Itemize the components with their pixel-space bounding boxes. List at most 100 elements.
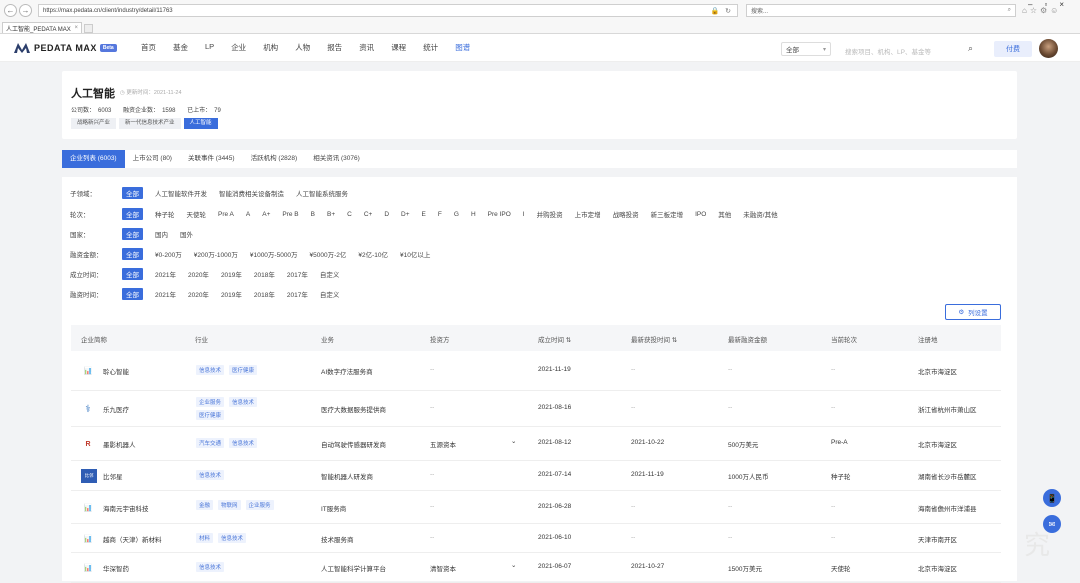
phone-float-button[interactable]: 📱 xyxy=(1043,489,1061,507)
filter-option[interactable]: 2019年 xyxy=(221,289,242,299)
nav-item[interactable]: 报告 xyxy=(327,42,342,53)
table-row[interactable]: 📊 越商（天津）新材料 材料 信息技术 技术服务商 -- 2021-06-10 -- -- -- 天… xyxy=(71,524,1001,553)
filter-option[interactable]: 全部 xyxy=(122,248,143,260)
forward-icon[interactable]: → xyxy=(19,4,32,17)
nav-item[interactable]: 机构 xyxy=(263,42,278,53)
company-name[interactable]: 墨影机器人 xyxy=(103,439,136,449)
filter-option[interactable]: C+ xyxy=(364,211,373,218)
table-row[interactable]: 比邻 比邻星 信息技术 智能机器人研发商 -- 2021-07-14 2021-11-19 1… xyxy=(71,461,1001,491)
search-icon[interactable]: ⌕ xyxy=(1008,7,1011,14)
filter-option[interactable]: ¥5000万-2亿 xyxy=(310,249,347,259)
filter-option[interactable]: E xyxy=(422,211,426,218)
nav-item[interactable]: LP xyxy=(205,42,214,53)
filter-option[interactable]: ¥0-200万 xyxy=(155,249,182,259)
industry-tag[interactable]: 信息技术 xyxy=(229,397,258,407)
company-name[interactable]: 华深智药 xyxy=(103,563,129,573)
filter-option[interactable]: C xyxy=(347,211,352,218)
lock-refresh-icon[interactable]: 🔒 ↻ xyxy=(710,7,733,15)
filter-option[interactable]: 2019年 xyxy=(221,269,242,279)
filter-option[interactable]: 全部 xyxy=(122,187,143,199)
industry-tag[interactable]: 医疗健康 xyxy=(196,410,225,420)
chevron-down-icon[interactable]: ⌄ xyxy=(511,561,516,569)
nav-item[interactable]: 资讯 xyxy=(359,42,374,53)
filter-option[interactable]: I xyxy=(523,211,525,218)
filter-option[interactable]: 2018年 xyxy=(254,289,275,299)
column-header[interactable]: 成立时间 ⇅ xyxy=(538,334,571,344)
chain-item[interactable]: 新一代信息技术产业 xyxy=(119,118,181,129)
browser-search[interactable]: 搜索... ⌕ xyxy=(746,4,1016,17)
tab-item[interactable]: 企业列表 (6003) xyxy=(62,150,125,168)
filter-option[interactable]: 2017年 xyxy=(287,269,308,279)
filter-option[interactable]: F xyxy=(438,211,442,218)
filter-option[interactable]: 全部 xyxy=(122,208,143,220)
filter-option[interactable]: 上市定增 xyxy=(575,209,601,219)
filter-option[interactable]: ¥10亿以上 xyxy=(400,249,430,259)
column-settings-button[interactable]: ⚙ 列设置 xyxy=(945,304,1001,320)
filter-option[interactable]: 新三板定增 xyxy=(651,209,684,219)
nav-item[interactable]: 图谱 xyxy=(455,42,470,53)
table-row[interactable]: 📊 海南元宇宙科技 金融 物联网 企业服务 IT服务商 -- 2021-06-28 -- -- --… xyxy=(71,491,1001,524)
search-scope-select[interactable]: 全部 ▾ xyxy=(781,42,831,56)
filter-option[interactable]: IPO xyxy=(695,211,706,218)
close-tab-icon[interactable]: × xyxy=(74,25,78,31)
industry-tag[interactable]: 企业服务 xyxy=(196,397,225,407)
nav-item[interactable]: 统计 xyxy=(423,42,438,53)
nav-item[interactable]: 人物 xyxy=(295,42,310,53)
filter-option[interactable]: A xyxy=(246,211,250,218)
industry-tag[interactable]: 信息技术 xyxy=(229,438,258,448)
filter-option[interactable]: ¥1000万-5000万 xyxy=(250,249,298,259)
filter-option[interactable]: G xyxy=(454,211,459,218)
tab-item[interactable]: 上市公司 (80) xyxy=(125,150,180,168)
industry-tag[interactable]: 企业服务 xyxy=(245,500,274,510)
address-bar[interactable]: https://max.pedata.cn/client/industry/de… xyxy=(38,4,738,17)
filter-option[interactable]: 全部 xyxy=(122,268,143,280)
industry-tag[interactable]: 信息技术 xyxy=(218,532,247,543)
industry-tag[interactable]: 信息技术 xyxy=(196,470,225,480)
window-controls[interactable]: –▫× xyxy=(1028,0,1076,9)
filter-option[interactable]: 其他 xyxy=(718,209,731,219)
filter-option[interactable]: Pre A xyxy=(218,211,234,218)
chain-item[interactable]: 战略新兴产业 xyxy=(71,118,117,129)
industry-tag[interactable]: 信息技术 xyxy=(196,365,225,375)
nav-item[interactable]: 首页 xyxy=(141,42,156,53)
nav-item[interactable]: 课程 xyxy=(391,42,406,53)
browser-tab[interactable]: 人工智能_PEDATA MAX × xyxy=(2,22,82,33)
filter-option[interactable]: 2021年 xyxy=(155,289,176,299)
chain-item[interactable]: 人工智能 xyxy=(183,118,218,129)
table-row[interactable]: 📊 华深智药 信息技术 人工智能科学计算平台 清智资本 2021-06-07 2021-10… xyxy=(71,553,1001,583)
filter-option[interactable]: 2018年 xyxy=(254,269,275,279)
tab-item[interactable]: 活跃机构 (2828) xyxy=(243,150,306,168)
nav-item[interactable]: 基金 xyxy=(173,42,188,53)
filter-option[interactable]: B+ xyxy=(327,211,335,218)
industry-tag[interactable]: 信息技术 xyxy=(196,562,225,572)
filter-option[interactable]: 自定义 xyxy=(320,289,340,299)
filter-option[interactable]: B xyxy=(311,211,315,218)
company-name[interactable]: 越商（天津）新材料 xyxy=(103,534,162,544)
filter-option[interactable]: A+ xyxy=(262,211,270,218)
filter-option[interactable]: 并购投资 xyxy=(537,209,563,219)
filter-option[interactable]: 2020年 xyxy=(188,269,209,279)
industry-tag[interactable]: 汽车交通 xyxy=(196,438,225,448)
filter-option[interactable]: 天使轮 xyxy=(187,209,207,219)
filter-option[interactable]: 自定义 xyxy=(320,269,340,279)
filter-option[interactable]: 未融资/其他 xyxy=(743,209,777,219)
tab-item[interactable]: 关联事件 (3445) xyxy=(180,150,243,168)
logo[interactable]: PEDATA MAX Beta xyxy=(14,42,129,53)
industry-tag[interactable]: 金融 xyxy=(196,500,214,510)
table-row[interactable]: R 墨影机器人 汽车交通 信息技术 自动驾驶传感器研发商 五源资本 2021-08-12 20… xyxy=(71,427,1001,461)
filter-option[interactable]: 2020年 xyxy=(188,289,209,299)
filter-option[interactable]: ¥2亿-10亿 xyxy=(358,249,388,259)
filter-option[interactable]: 国外 xyxy=(180,229,193,239)
filter-option[interactable]: 人工智能软件开发 xyxy=(155,188,207,198)
column-header[interactable]: 最新获投时间 ⇅ xyxy=(631,334,677,344)
table-row[interactable]: 📊 聆心智能 信息技术 医疗健康 AI数字疗法服务商 -- 2021-11-19 -- -- --… xyxy=(71,351,1001,391)
industry-tag[interactable]: 材料 xyxy=(196,532,214,543)
avatar[interactable] xyxy=(1039,39,1058,58)
new-tab-button[interactable] xyxy=(84,24,93,33)
tab-item[interactable]: 相关资讯 (3076) xyxy=(305,150,368,168)
filter-option[interactable]: 智能消费相关设备制造 xyxy=(219,188,284,198)
search-icon[interactable]: ⌕ xyxy=(968,43,973,54)
filter-option[interactable]: ¥200万-1000万 xyxy=(194,249,238,259)
industry-tag[interactable]: 物联网 xyxy=(218,500,241,510)
filter-option[interactable]: D+ xyxy=(401,211,410,218)
